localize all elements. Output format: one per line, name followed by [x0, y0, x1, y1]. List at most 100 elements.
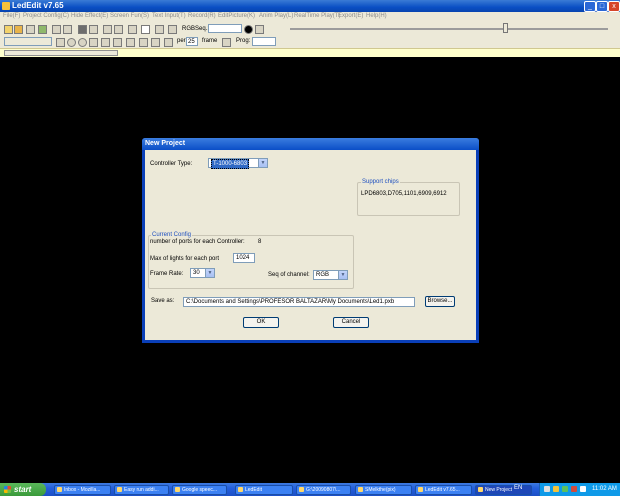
lights-input[interactable]: 1024 — [233, 253, 255, 263]
menu-screen-fun[interactable]: Screen Fun(S) — [110, 13, 149, 19]
open-folder-icon[interactable] — [14, 25, 23, 34]
frame-rate-select[interactable]: 30 ▼ — [190, 268, 215, 278]
rgbseq-field[interactable] — [208, 24, 242, 33]
network-icon[interactable] — [553, 486, 559, 492]
controller-type-label: Controller Type: — [150, 161, 193, 167]
grid-icon[interactable] — [89, 25, 98, 34]
maximize-button[interactable]: □ — [596, 1, 608, 12]
record-icon[interactable] — [78, 25, 87, 34]
update-icon[interactable] — [571, 486, 577, 492]
seq-channel-select[interactable]: RGB ▼ — [313, 270, 348, 280]
start-label: start — [14, 485, 32, 494]
menu-export[interactable]: Export(E) — [338, 13, 363, 19]
security-icon[interactable] — [562, 486, 568, 492]
prog-label: Prog: — [236, 38, 251, 44]
app-icon — [2, 2, 10, 10]
menu-project-config[interactable]: Project Config(C) — [23, 13, 69, 19]
menu-file[interactable]: File(F) — [3, 13, 20, 19]
cancel-button[interactable]: Cancel — [333, 317, 369, 328]
first-frame-icon[interactable] — [56, 38, 65, 47]
app-icon — [418, 487, 423, 492]
app-icon — [175, 487, 180, 492]
next-icon[interactable] — [113, 38, 122, 47]
menu-text-input[interactable]: Text Input(T) — [152, 13, 186, 19]
support-chips-group — [357, 182, 460, 216]
frame-rate-label: Frame Rate: — [150, 271, 184, 277]
controller-type-select[interactable]: T-1000-6803 ▼ — [208, 158, 268, 169]
taskbar-item[interactable]: Google speec... — [172, 485, 227, 495]
settings-icon[interactable] — [26, 25, 35, 34]
menu-edit-picture[interactable]: EditPicture(K) — [218, 13, 255, 19]
play-icon[interactable] — [89, 38, 98, 47]
fps-input[interactable]: 25 — [186, 37, 198, 46]
current-config-title: Current Config — [151, 232, 193, 238]
app-icon — [238, 487, 243, 492]
browse-button[interactable]: Browse... — [425, 296, 455, 307]
clock: 11:02 AM — [592, 486, 617, 492]
stop-icon[interactable] — [78, 38, 87, 47]
menu-realtime-play[interactable]: RealTime Play(T) — [294, 13, 340, 19]
taskbar-item-label: G:\20090807\... — [306, 487, 341, 493]
project-field[interactable] — [4, 37, 52, 46]
app-icon — [358, 487, 363, 492]
app-icon — [57, 487, 62, 492]
tray-app-icon[interactable] — [580, 486, 586, 492]
window-title: LedEdit v7.65 — [12, 1, 64, 10]
taskbar-item-label: New Project — [485, 487, 512, 493]
taskbar-item-label: Inbox - Mozilla... — [64, 487, 101, 493]
picture-icon[interactable] — [141, 25, 150, 34]
copy-icon[interactable] — [52, 25, 61, 34]
dialog-body: Controller Type: T-1000-6803 ▼ Support c… — [145, 150, 476, 340]
export-icon[interactable] — [168, 25, 177, 34]
zoom-slider-track[interactable] — [290, 28, 608, 30]
effect-icon[interactable] — [114, 25, 123, 34]
taskbar-item[interactable]: SMelkthe(pix) — [355, 485, 412, 495]
taskbar-item[interactable]: LedEdit v7.65... — [415, 485, 472, 495]
taskbar-item-label: LedEdit v7.65... — [425, 487, 460, 493]
volume-icon[interactable] — [544, 486, 550, 492]
window-icon[interactable] — [155, 25, 164, 34]
lights-label: Max of lights for each port — [150, 256, 220, 262]
menu-help[interactable]: Help(H) — [366, 13, 387, 19]
taskbar-item[interactable]: G:\20090807\... — [296, 485, 351, 495]
scan-icon[interactable] — [151, 38, 160, 47]
app-icon — [117, 487, 122, 492]
close-button[interactable]: x — [608, 1, 620, 12]
minimize-button[interactable]: _ — [584, 1, 596, 12]
save-icon[interactable] — [38, 25, 47, 34]
taskbar-item-label: LedEdit — [245, 487, 262, 493]
loop-mode-icon[interactable] — [222, 38, 231, 47]
save-as-input[interactable]: C:\Documents and Settings\PROFESOR BALTA… — [183, 297, 415, 307]
frame-label: frame — [202, 38, 218, 44]
zoom-slider-thumb[interactable] — [503, 23, 508, 33]
ok-button[interactable]: OK — [243, 317, 279, 328]
brush-icon[interactable] — [255, 25, 264, 34]
start-button[interactable]: start — [0, 483, 46, 496]
menu-record[interactable]: Record(R) — [188, 13, 216, 19]
ports-label: number of ports for each Controller: — [150, 239, 245, 245]
pause-icon[interactable] — [101, 38, 110, 47]
menu-hide-effect[interactable]: Hide Effect(E) — [71, 13, 108, 19]
text-icon[interactable] — [128, 25, 137, 34]
loop-icon[interactable] — [139, 38, 148, 47]
taskbar-item[interactable]: Easy run addi... — [114, 485, 169, 495]
taskbar-item-label: Easy run addi... — [124, 487, 159, 493]
title-bar: LedEdit v7.65 _ □ x — [0, 0, 620, 12]
folder-icon — [299, 487, 304, 492]
layer-icon[interactable] — [103, 25, 112, 34]
frame-rate-value: 30 — [193, 270, 200, 276]
previous-icon[interactable] — [67, 38, 76, 47]
clock-icon[interactable] — [164, 38, 173, 47]
taskbar-item[interactable]: LedEdit — [235, 485, 293, 495]
taskbar-item-active[interactable]: New Project — [475, 485, 532, 495]
save-as-label: Save as: — [151, 298, 175, 304]
new-file-icon[interactable] — [4, 25, 13, 34]
prog-field[interactable] — [252, 37, 276, 46]
paste-icon[interactable] — [63, 25, 72, 34]
language-indicator[interactable]: EN — [514, 485, 522, 491]
taskbar-item[interactable]: Inbox - Mozilla... — [54, 485, 111, 495]
last-frame-icon[interactable] — [126, 38, 135, 47]
support-chips-title: Support chips — [361, 179, 400, 185]
color-icon[interactable] — [244, 25, 253, 34]
menu-anim-play[interactable]: Anim Play(L) — [259, 13, 293, 19]
